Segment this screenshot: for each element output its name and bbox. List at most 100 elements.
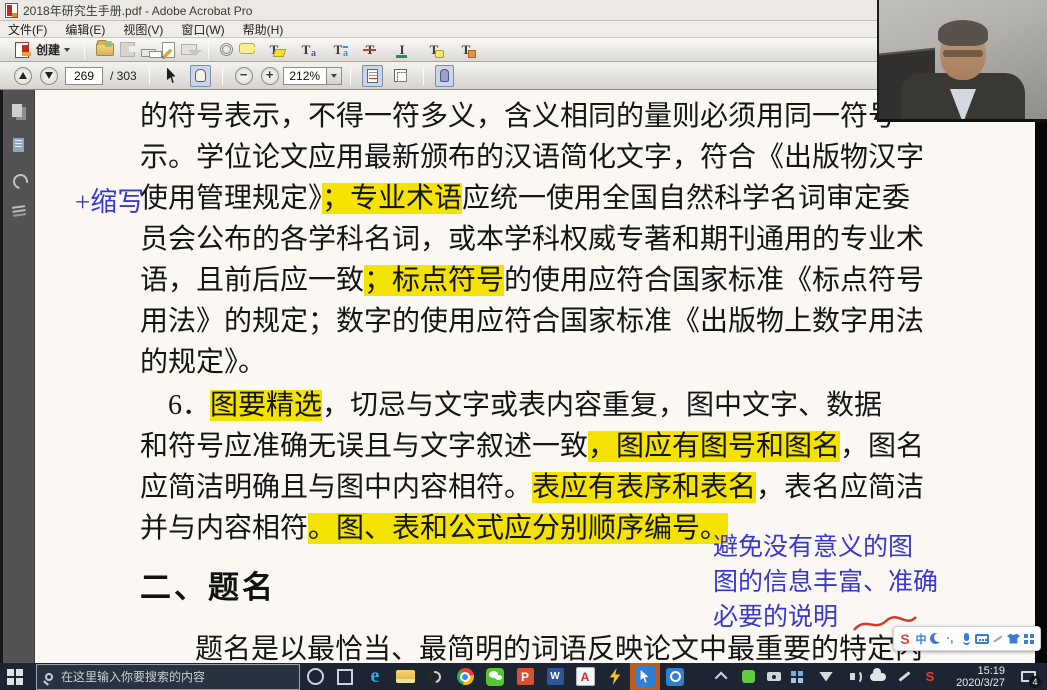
toolbar-separator bbox=[423, 67, 424, 85]
meeting-app-taskbar-icon[interactable] bbox=[420, 663, 450, 690]
scrolling-mode-button[interactable] bbox=[362, 65, 383, 87]
zoom-dropdown-button[interactable] bbox=[327, 67, 342, 85]
cortana-taskbar-icon[interactable] bbox=[300, 663, 330, 690]
save-file-icon[interactable] bbox=[120, 42, 135, 57]
file-explorer-taskbar-icon[interactable] bbox=[390, 663, 420, 690]
zoom-level-input[interactable]: 212% bbox=[283, 67, 327, 85]
search-input[interactable]: 在这里输入你要搜索的内容 bbox=[36, 664, 300, 690]
body-text: 使用管理规定》 bbox=[140, 183, 322, 214]
menu-item[interactable]: 窗口(W) bbox=[181, 21, 224, 38]
zoom-in-button[interactable]: + bbox=[261, 67, 279, 85]
text-callout-icon[interactable] bbox=[421, 40, 447, 60]
print-icon[interactable] bbox=[141, 49, 156, 57]
hand-tool-button[interactable] bbox=[190, 65, 211, 87]
document-text-line: 题名是以最恰当、最简明的词语反映论文中最重要的特定内 bbox=[195, 633, 923, 667]
body-text: ，图名 bbox=[840, 431, 924, 462]
volume-icon[interactable] bbox=[839, 663, 865, 690]
next-page-button[interactable] bbox=[40, 67, 58, 85]
body-text: 并与内容相符 bbox=[140, 513, 308, 544]
body-text: ，表名应简洁 bbox=[756, 472, 924, 503]
bookmarks-icon[interactable] bbox=[11, 137, 28, 154]
tray-expand-icon[interactable] bbox=[709, 663, 735, 690]
sogou-logo-icon[interactable] bbox=[898, 632, 912, 646]
replace-text-icon[interactable] bbox=[325, 40, 351, 60]
section-heading: 二、题名 bbox=[140, 562, 276, 607]
notification-center-button[interactable]: 4 bbox=[1015, 663, 1041, 690]
camera-app-taskbar-icon[interactable] bbox=[660, 663, 690, 690]
word-taskbar-icon[interactable] bbox=[540, 663, 570, 690]
main-area: 的符号表示，不得一符多义，含义相同的量则必须用同一符号示。学位论文应用最新颁布的… bbox=[0, 90, 1047, 663]
chevron-down-icon bbox=[331, 74, 337, 78]
menu-item[interactable]: 文件(F) bbox=[8, 21, 47, 38]
webcam-speaker-glasses bbox=[943, 50, 983, 57]
document-text-line: 应简洁明确且与图中内容相符。表应有表序和表名，表名应简洁 bbox=[140, 471, 924, 505]
menu-item[interactable]: 帮助(H) bbox=[243, 21, 284, 38]
soft-keyboard-icon[interactable] bbox=[975, 634, 989, 644]
task-view-taskbar-icon[interactable] bbox=[330, 663, 360, 690]
open-file-icon[interactable] bbox=[96, 43, 114, 56]
powerpoint-taskbar-icon[interactable] bbox=[510, 663, 540, 690]
minus-icon: − bbox=[240, 67, 248, 82]
body-text: 员会公布的各学科名词，或本学科权威专著和期刊通用的专业术 bbox=[140, 224, 924, 255]
add-text-icon[interactable] bbox=[293, 40, 319, 60]
ink-annotation-left[interactable]: +缩写 bbox=[75, 180, 144, 219]
chinese-mode-icon[interactable] bbox=[914, 632, 928, 646]
pdf-page: 的符号表示，不得一符多义，含义相同的量则必须用同一符号示。学位论文应用最新颁布的… bbox=[35, 90, 1040, 663]
signatures-icon[interactable] bbox=[11, 203, 28, 220]
skin-icon[interactable] bbox=[1007, 634, 1020, 644]
system-tray bbox=[709, 663, 943, 690]
document-text-line: 并与内容相符。图、表和公式应分别顺序编号。 bbox=[140, 512, 728, 546]
email-icon[interactable] bbox=[181, 44, 197, 55]
sogou-tray-icon[interactable] bbox=[917, 663, 943, 690]
toolbar-separator bbox=[149, 67, 150, 85]
edge-taskbar-icon[interactable] bbox=[360, 663, 390, 690]
handwriting-icon[interactable] bbox=[991, 632, 1005, 646]
text-box-icon[interactable] bbox=[453, 40, 479, 60]
taskbar-clock[interactable]: 15:19 2020/3/27 bbox=[956, 665, 1005, 689]
sticky-note-icon[interactable] bbox=[239, 43, 255, 54]
select-tool-icon[interactable] bbox=[166, 68, 179, 84]
touch-mode-button[interactable] bbox=[435, 65, 454, 87]
menu-item[interactable]: 编辑(E) bbox=[65, 21, 105, 38]
attachments-icon[interactable] bbox=[11, 172, 28, 189]
page-scroll-icon bbox=[367, 69, 378, 83]
highlighted-text: 表应有表序和表名 bbox=[532, 472, 756, 503]
annotation-tool-taskbar-icon[interactable] bbox=[630, 663, 660, 690]
sign-document-icon[interactable] bbox=[162, 42, 175, 58]
menu-item[interactable]: 视图(V) bbox=[123, 21, 163, 38]
acrobat-taskbar-icon[interactable] bbox=[570, 663, 600, 690]
zoom-out-button[interactable]: − bbox=[235, 67, 253, 85]
capture-tray-icon[interactable] bbox=[761, 663, 787, 690]
pen-input-icon[interactable] bbox=[891, 663, 917, 690]
previous-page-button[interactable] bbox=[14, 67, 32, 85]
insert-text-icon[interactable] bbox=[389, 40, 415, 60]
document-text-line: 和符号应准确无误且与文字叙述一致，图应有图号和图名，图名 bbox=[140, 430, 924, 464]
settings-gear-icon[interactable] bbox=[220, 43, 233, 56]
toolbar-separator bbox=[222, 67, 223, 85]
fit-page-button[interactable] bbox=[389, 65, 412, 87]
wechat-tray-icon[interactable] bbox=[735, 663, 761, 690]
microphone-icon[interactable] bbox=[959, 632, 973, 646]
body-text: 的符号表示，不得一符多义，含义相同的量则必须用同一符号 bbox=[140, 101, 896, 132]
create-button[interactable]: 创建 bbox=[6, 39, 76, 60]
highlight-text-icon[interactable] bbox=[261, 40, 287, 60]
screen-recorder-taskbar-icon[interactable] bbox=[600, 663, 630, 690]
strikethrough-text-icon[interactable] bbox=[357, 40, 383, 60]
clock-time: 15:19 bbox=[956, 665, 1005, 677]
page-number-input[interactable]: 269 bbox=[65, 67, 103, 85]
wifi-icon[interactable] bbox=[813, 663, 839, 690]
arrow-down-icon bbox=[45, 72, 53, 79]
wechat-taskbar-icon[interactable] bbox=[480, 663, 510, 690]
half-moon-icon[interactable] bbox=[930, 633, 941, 644]
body-text: 和符号应准确无误且与文字叙述一致 bbox=[140, 431, 588, 462]
page-thumbnails-icon[interactable] bbox=[11, 103, 28, 120]
punctuation-icon[interactable] bbox=[943, 632, 957, 646]
navigation-pane-sidebar bbox=[0, 90, 35, 663]
cloud-icon[interactable] bbox=[865, 663, 891, 690]
comment-tools-group bbox=[217, 40, 482, 60]
toolbox-icon[interactable] bbox=[1022, 632, 1036, 646]
chrome-taskbar-icon[interactable] bbox=[450, 663, 480, 690]
docking-icon[interactable] bbox=[787, 663, 813, 690]
taskbar-apps bbox=[300, 663, 690, 690]
start-button[interactable] bbox=[0, 663, 36, 690]
